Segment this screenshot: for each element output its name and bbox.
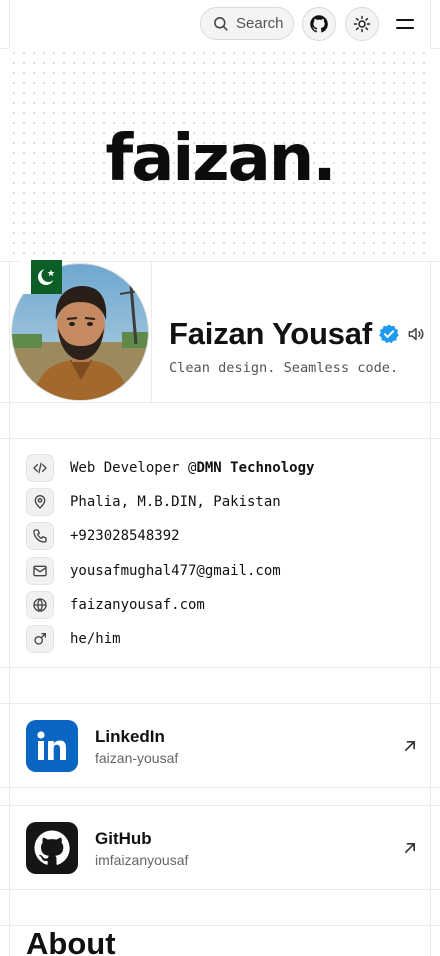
- menu-icon: [396, 19, 414, 21]
- male-icon: [34, 633, 46, 645]
- code-icon: [33, 462, 47, 474]
- site-header: Search: [0, 0, 440, 48]
- menu-button[interactable]: [392, 14, 418, 34]
- globe-icon: [33, 598, 47, 612]
- social-card-linkedin[interactable]: LinkedIn faizan-yousaf: [26, 720, 426, 772]
- profile-tagline: Clean design. Seamless code.: [169, 360, 399, 376]
- email-link[interactable]: yousafmughal477@gmail.com: [70, 563, 281, 579]
- pronouns-text: he/him: [70, 631, 121, 648]
- map-pin-icon: [34, 495, 46, 509]
- arrow-up-right-icon: [405, 843, 415, 853]
- phone-icon: [33, 529, 47, 544]
- info-item-email: yousafmughal477@gmail.com: [26, 554, 426, 588]
- info-list: Web Developer @DMN Technology Phalia, M.…: [26, 451, 426, 656]
- sun-icon: [353, 15, 371, 33]
- social-card-github[interactable]: GitHub imfaizanyousaf: [26, 822, 426, 874]
- speaker-icon[interactable]: [406, 324, 426, 344]
- info-item-job: Web Developer @DMN Technology: [26, 451, 426, 485]
- profile-name: Faizan Yousaf: [169, 316, 372, 351]
- linkedin-name: LinkedIn: [95, 726, 165, 746]
- github-handle: imfaizanyousaf: [95, 851, 189, 868]
- location-text: Phalia, M.B.DIN, Pakistan: [70, 494, 281, 511]
- github-button[interactable]: [302, 7, 336, 41]
- cover-banner: faizan.: [9, 48, 431, 261]
- about-heading: About: [26, 926, 116, 956]
- banner-logo: faizan.: [105, 121, 336, 196]
- info-item-phone: +923028548392: [26, 519, 426, 553]
- arrow-up-right-icon: [405, 741, 415, 751]
- info-item-location: Phalia, M.B.DIN, Pakistan: [26, 485, 426, 519]
- job-title: Web Developer @: [70, 460, 197, 477]
- phone-link[interactable]: +923028548392: [70, 528, 180, 544]
- search-label: Search: [236, 15, 284, 32]
- github-icon: [310, 15, 328, 33]
- search-icon: [214, 17, 228, 31]
- mail-icon: [33, 565, 47, 576]
- verified-badge-icon: [379, 324, 399, 344]
- pakistan-flag-icon: [22, 260, 62, 294]
- website-link[interactable]: faizanyousaf.com: [70, 597, 205, 613]
- theme-toggle-button[interactable]: [345, 7, 379, 41]
- linkedin-icon: [26, 720, 78, 772]
- github-logo-icon: [26, 822, 78, 874]
- company-link[interactable]: DMN Technology: [196, 460, 314, 476]
- github-name: GitHub: [95, 828, 152, 848]
- menu-icon-line: [396, 27, 414, 29]
- name-row: Faizan Yousaf: [169, 316, 426, 352]
- info-item-pronouns: he/him: [26, 622, 426, 656]
- linkedin-handle: faizan-yousaf: [95, 749, 179, 766]
- info-item-website: faizanyousaf.com: [26, 588, 426, 622]
- search-button[interactable]: Search: [200, 7, 294, 40]
